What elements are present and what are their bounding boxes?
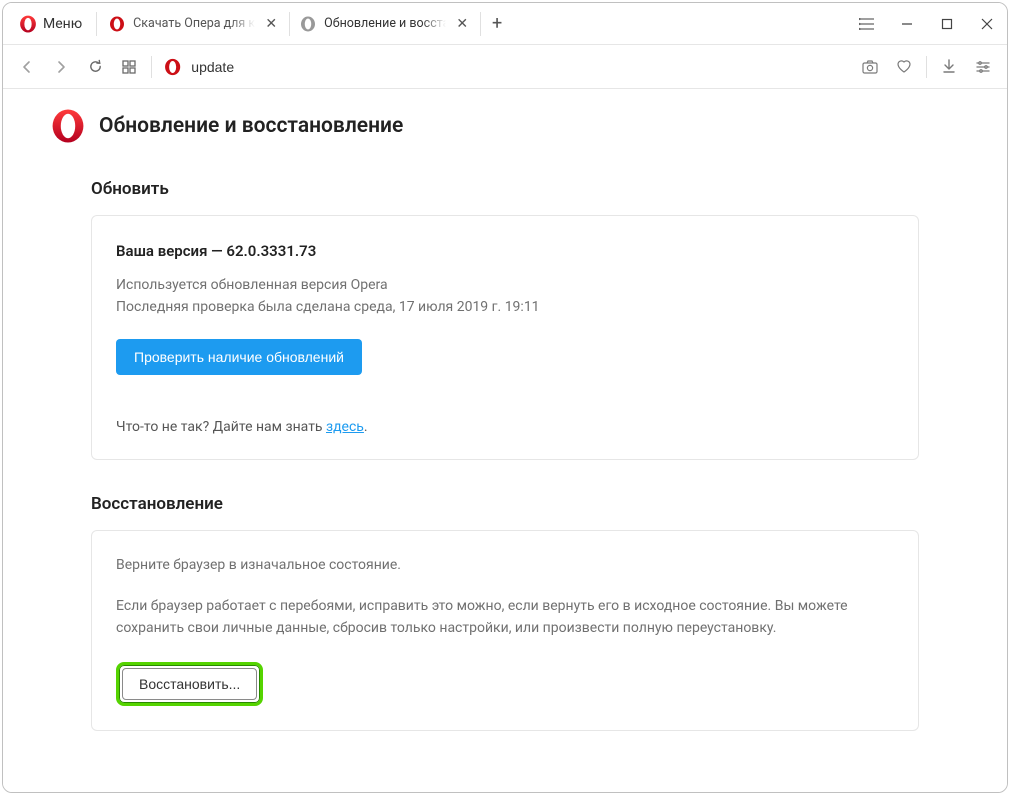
opera-logo-icon [109,16,125,32]
opera-settings-icon [300,16,316,32]
restore-body: Если браузер работает с перебоями, испра… [116,595,894,640]
check-updates-button[interactable]: Проверить наличие обновлений [116,339,362,375]
version-line: Ваша версия — 62.0.3331.73 [116,242,894,260]
page-title: Обновление и восстановление [99,114,403,138]
close-button[interactable] [967,4,1007,44]
opera-logo-icon [19,15,37,33]
tab-close-icon[interactable]: ✕ [454,15,470,33]
section-restore: Восстановление Верните браузер в изначал… [91,494,919,731]
title-bar: Меню Скачать Опера для компь ✕ Обновлени… [3,3,1007,45]
feedback-line: Что-то не так? Дайте нам знать здесь. [116,419,894,435]
downloads-button[interactable] [933,51,965,83]
page-header: Обновление и восстановление [51,109,959,143]
divider [96,12,97,36]
new-tab-button[interactable]: + [481,13,513,34]
page-content: Обновление и восстановление Обновить Ваш… [3,89,1007,792]
opera-logo-icon [51,109,85,143]
restore-card: Верните браузер в изначальное состояние.… [91,530,919,731]
menu-label: Меню [43,16,82,32]
tab-0[interactable]: Скачать Опера для компь ✕ [99,3,289,44]
tab-close-icon[interactable]: ✕ [263,15,279,33]
easy-setup-button[interactable] [967,51,999,83]
version-value: 62.0.3331.73 [226,242,316,260]
reload-button[interactable] [79,51,111,83]
section-restore-title: Восстановление [91,494,919,514]
feedback-link[interactable]: здесь [326,419,364,435]
opera-logo-icon [164,58,181,76]
toolbar-separator [151,56,152,78]
address-input[interactable] [191,59,852,75]
address-bar[interactable] [158,51,852,83]
version-prefix: Ваша версия — [116,242,226,260]
speed-dial-button[interactable] [113,51,145,83]
last-check: Последняя проверка была сделана среда, 1… [116,296,894,318]
restore-button[interactable]: Восстановить... [122,668,257,700]
minimize-button[interactable] [887,4,927,44]
window-controls [887,4,1007,44]
update-card: Ваша версия — 62.0.3331.73 Используется … [91,215,919,460]
back-button[interactable] [11,51,43,83]
tab-label: Обновление и восстановл [324,16,446,31]
forward-button[interactable] [45,51,77,83]
feedback-prefix: Что-то не так? Дайте нам знать [116,419,326,435]
maximize-button[interactable] [927,4,967,44]
tab-label: Скачать Опера для компь [133,16,255,31]
snapshot-button[interactable] [854,51,886,83]
menu-button[interactable]: Меню [3,3,94,44]
heart-button[interactable] [888,51,920,83]
browser-window: Меню Скачать Опера для компь ✕ Обновлени… [2,2,1008,793]
toolbar-separator [926,56,927,78]
tab-1[interactable]: Обновление и восстановл ✕ [290,3,480,44]
section-update-title: Обновить [91,179,919,199]
restore-lead: Верните браузер в изначальное состояние. [116,557,894,573]
update-status: Используется обновленная версия Opera [116,274,894,296]
section-update: Обновить Ваша версия — 62.0.3331.73 Испо… [91,179,919,460]
toolbar [3,45,1007,89]
highlight-ring: Восстановить... [116,662,263,706]
feedback-suffix: . [364,419,368,435]
tab-menu-icon[interactable] [847,4,887,44]
